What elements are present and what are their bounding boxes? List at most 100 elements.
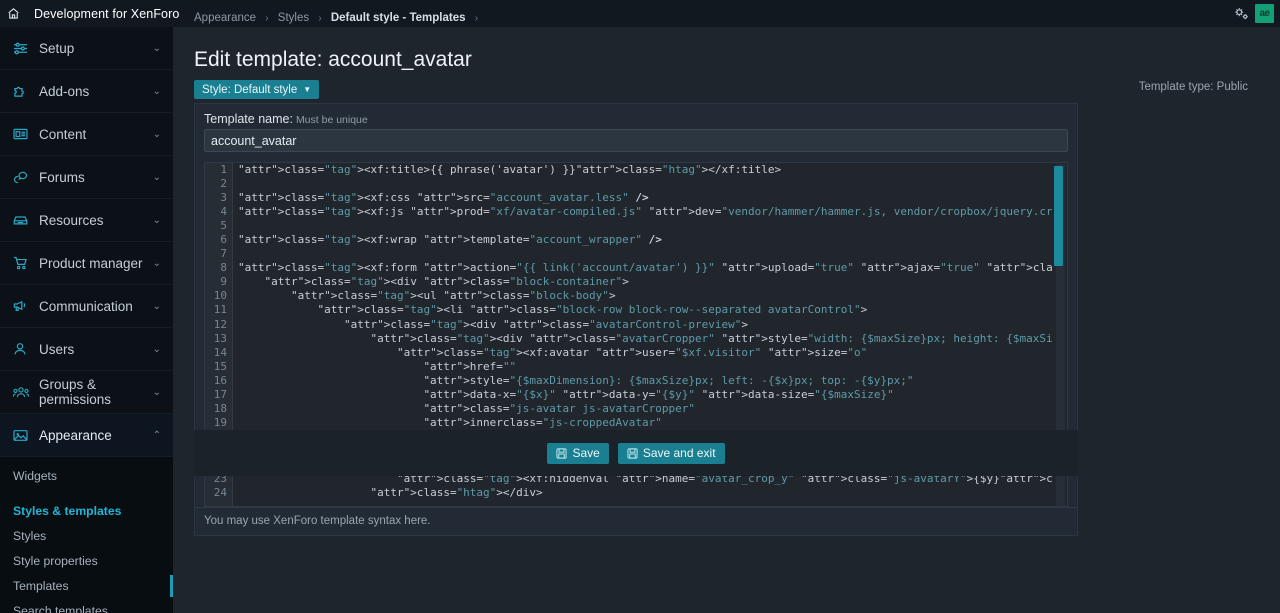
line-number: 14	[205, 346, 232, 360]
sidebar-label: Add-ons	[34, 84, 153, 99]
line-number: 11	[205, 303, 232, 317]
sub-label: Templates	[13, 579, 69, 593]
users-group-icon	[13, 386, 34, 399]
sub-label: Search templates	[13, 604, 108, 613]
appearance-submenu: Widgets Styles & templates Styles Style …	[0, 457, 173, 613]
sidebar-item-users[interactable]: Users ⌄	[0, 328, 173, 371]
line-number: 19	[205, 416, 232, 430]
line-number: 9	[205, 275, 232, 289]
line-number: 13	[205, 332, 232, 346]
chevron-down-icon: ⌄	[153, 301, 161, 312]
chevron-down-icon: ⌄	[153, 172, 161, 183]
code-line: "attr">class="tag"><xf:wrap "attr">templ…	[238, 233, 1052, 247]
sidebar-label: Setup	[34, 41, 153, 56]
sidebar-item-search-templates[interactable]: Search templates	[0, 599, 173, 613]
code-line: "attr">class="tag"><div "attr">class="av…	[238, 332, 1052, 346]
sidebar-item-communication[interactable]: Communication ⌄	[0, 285, 173, 328]
save-and-exit-button-label: Save and exit	[643, 446, 716, 460]
sliders-icon	[13, 42, 34, 55]
line-number: 6	[205, 233, 232, 247]
sidebar-item-styles[interactable]: Styles	[0, 524, 173, 549]
breadcrumb-appearance[interactable]: Appearance	[194, 12, 256, 24]
breadcrumb-separator: ›	[475, 13, 478, 24]
sidebar-item-setup[interactable]: Setup ⌄	[0, 27, 173, 70]
sidebar-label: Users	[34, 342, 153, 357]
breadcrumb-current[interactable]: Default style - Templates	[331, 12, 466, 24]
sidebar-item-widgets[interactable]: Widgets	[0, 464, 173, 489]
comments-icon	[13, 171, 34, 184]
code-line: "attr">innerclass="js-croppedAvatar"	[238, 416, 1052, 430]
code-line	[238, 247, 1052, 261]
save-button-label: Save	[572, 446, 599, 460]
sub-label: Widgets	[13, 469, 57, 483]
line-number: 18	[205, 402, 232, 416]
template-name-input[interactable]	[204, 129, 1068, 152]
chevron-up-icon: ⌃	[153, 430, 161, 441]
sidebar-item-templates[interactable]: Templates	[0, 574, 173, 599]
chevron-down-icon: ⌄	[153, 86, 161, 97]
syntax-note: You may use XenForo template syntax here…	[195, 507, 1077, 535]
chevron-down-icon: ⌄	[153, 43, 161, 54]
sidebar-item-resources[interactable]: Resources ⌄	[0, 199, 173, 242]
save-button[interactable]: Save	[547, 443, 608, 464]
sidebar-label: Content	[34, 127, 153, 142]
sidebar-label: Appearance	[34, 428, 153, 443]
code-line: "attr">class="tag"><xf:title>{{ phrase('…	[238, 163, 1052, 177]
gear-cog-icon[interactable]	[1234, 7, 1249, 21]
breadcrumb-styles[interactable]: Styles	[278, 12, 309, 24]
sidebar-item-product-manager[interactable]: Product manager ⌄	[0, 242, 173, 285]
line-number: 1	[205, 163, 232, 177]
code-line: "attr">class="tag"><ul "attr">class="blo…	[238, 289, 1052, 303]
chevron-down-icon: ⌄	[153, 215, 161, 226]
page-title: Edit template: account_avatar	[194, 48, 472, 72]
sub-label: Styles	[13, 529, 46, 543]
sidebar-label: Product manager	[34, 256, 153, 271]
line-number: 3	[205, 191, 232, 205]
sidebar-item-styles-templates[interactable]: Styles & templates	[0, 499, 173, 524]
code-line: "attr">class="tag"><div "attr">class="av…	[238, 318, 1052, 332]
code-line	[238, 177, 1052, 191]
home-icon[interactable]	[0, 0, 27, 27]
drawer-icon	[13, 215, 34, 226]
megaphone-icon	[13, 299, 34, 313]
code-line: "attr">class="tag"><li "attr">class="blo…	[238, 303, 1052, 317]
app-title: Development for XenForo	[34, 7, 179, 21]
sidebar-item-groups-permissions[interactable]: Groups & permissions ⌄	[0, 371, 173, 414]
content-list-icon	[13, 128, 34, 140]
sidebar-item-style-properties[interactable]: Style properties	[0, 549, 173, 574]
top-bar: Development for XenForo ae	[0, 0, 1280, 27]
sidebar-item-content[interactable]: Content ⌄	[0, 113, 173, 156]
save-and-exit-button[interactable]: Save and exit	[618, 443, 725, 464]
form-button-bar: Save Save and exit	[194, 430, 1078, 476]
line-number: 7	[205, 247, 232, 261]
editor-scrollbar-thumb[interactable]	[1054, 166, 1063, 266]
sidebar-item-appearance[interactable]: Appearance ⌃	[0, 414, 173, 457]
chevron-down-icon: ⌄	[153, 344, 161, 355]
code-line: "attr">class="tag"><xf:css "attr">src="a…	[238, 191, 1052, 205]
sidebar: Setup ⌄ Add-ons ⌄ Content ⌄ Forums ⌄	[0, 27, 173, 613]
floppy-disk-icon	[627, 448, 638, 459]
template-name-label: Template name:Must be unique	[195, 104, 1077, 129]
code-line: "attr">style="{$maxDimension}: {$maxSize…	[238, 374, 1052, 388]
avatar[interactable]: ae	[1255, 4, 1274, 23]
sidebar-item-add-ons[interactable]: Add-ons ⌄	[0, 70, 173, 113]
breadcrumb-separator: ›	[265, 13, 268, 24]
line-number: 2	[205, 177, 232, 191]
code-line: "attr">class="tag"><div "attr">class="bl…	[238, 275, 1052, 289]
cart-icon	[13, 256, 34, 270]
code-line: "attr">class="tag"><xf:form "attr">actio…	[238, 261, 1052, 275]
sidebar-item-forums[interactable]: Forums ⌄	[0, 156, 173, 199]
code-line: "attr">class="tag"><xf:js "attr">prod="x…	[238, 205, 1052, 219]
code-line: "attr">class="js-avatar js-avatarCropper…	[238, 402, 1052, 416]
template-name-hint: Must be unique	[296, 114, 368, 126]
style-selector-label: Style: Default style	[202, 84, 297, 96]
chevron-down-icon: ▼	[303, 85, 311, 94]
style-selector-button[interactable]: Style: Default style ▼	[194, 80, 319, 99]
breadcrumb-separator: ›	[318, 13, 321, 24]
line-number: 24	[205, 486, 232, 500]
chevron-down-icon: ⌄	[153, 129, 161, 140]
line-number: 16	[205, 374, 232, 388]
puzzle-icon	[13, 84, 34, 98]
sidebar-label: Communication	[34, 299, 153, 314]
sidebar-label: Groups & permissions	[34, 377, 153, 407]
